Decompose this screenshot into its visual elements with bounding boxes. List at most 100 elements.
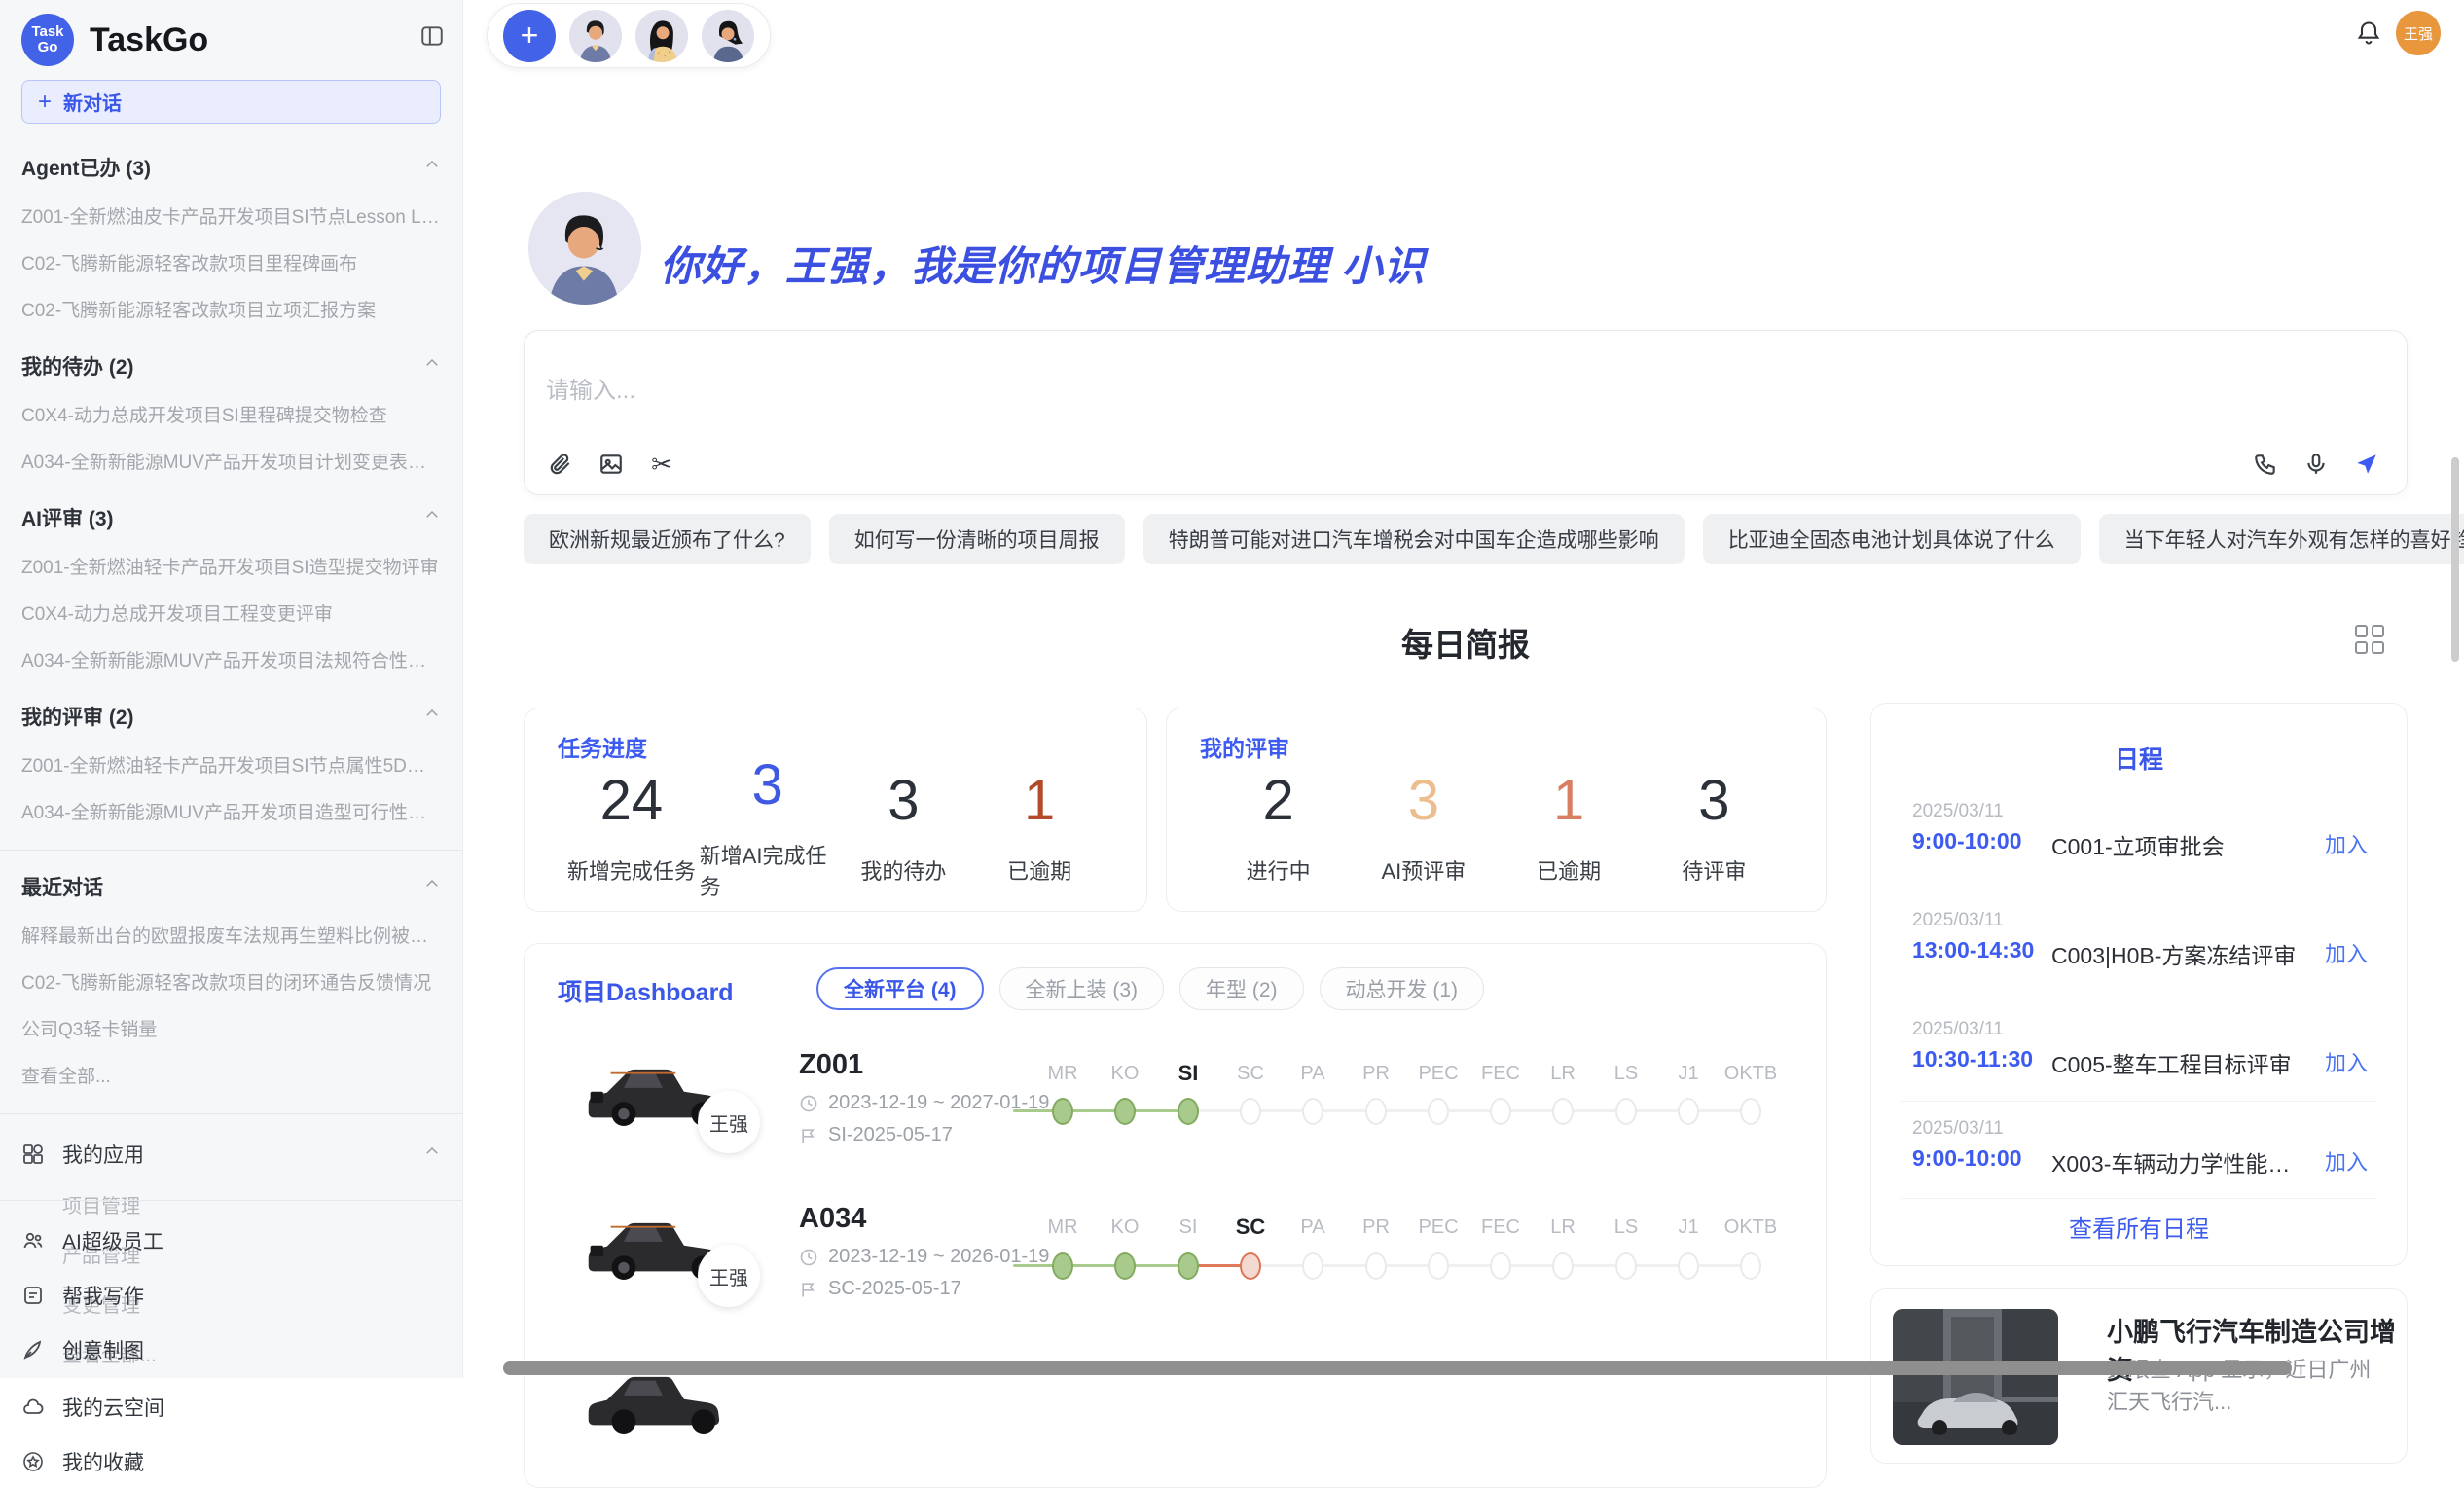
milestone-label: SC — [1236, 1215, 1266, 1240]
sidebar-item-creative-drawing[interactable]: 创意制图 — [21, 1335, 441, 1364]
scissors-icon[interactable]: ✂ — [647, 450, 676, 479]
paperclip-icon[interactable] — [546, 450, 575, 479]
section-agent-done[interactable]: Agent已办 (3) — [21, 153, 441, 182]
list-item[interactable]: Z001-全新燃油轻卡产品开发项目SI节点属性5D文件评审 — [21, 751, 441, 778]
milestone-dot[interactable] — [1365, 1252, 1387, 1280]
chevron-up-icon[interactable] — [423, 875, 441, 898]
section-recent-chats[interactable]: 最近对话 — [21, 872, 441, 901]
vertical-scrollbar[interactable] — [2451, 457, 2459, 662]
stat-value: 1 — [1553, 773, 1584, 829]
chevron-up-icon[interactable] — [423, 506, 441, 529]
list-item[interactable]: C02-飞腾新能源轻客改款项目立项汇报方案 — [21, 296, 441, 322]
event-title[interactable]: C003|H0B-方案冻结评审 — [2051, 937, 2296, 970]
milestone-dot[interactable] — [1052, 1252, 1073, 1280]
chevron-up-icon[interactable] — [423, 1143, 441, 1166]
milestone-dot[interactable] — [1302, 1252, 1323, 1280]
send-icon[interactable] — [2352, 450, 2381, 479]
horizontal-scrollbar[interactable] — [503, 1361, 2292, 1375]
milestone-dot[interactable] — [1740, 1098, 1761, 1125]
project-code[interactable]: Z001 — [799, 1049, 863, 1081]
tab-new-body[interactable]: 全新上装 (3) — [999, 967, 1165, 1010]
milestone-dot[interactable] — [1114, 1252, 1136, 1280]
project-code[interactable]: A034 — [799, 1203, 866, 1235]
chat-input[interactable] — [546, 378, 1714, 405]
list-item[interactable]: C0X4-动力总成开发项目SI里程碑提交物检查 — [21, 401, 441, 427]
suggestion-chip[interactable]: 当下年轻人对汽车外观有怎样的喜好趋势 — [2099, 514, 2464, 564]
microphone-icon[interactable] — [2301, 450, 2331, 479]
image-icon[interactable] — [597, 450, 626, 479]
suggestion-chip[interactable]: 特朗普可能对进口汽车增税会对中国车企造成哪些影响 — [1143, 514, 1685, 564]
news-card[interactable]: 小鹏飞行汽车制造公司增资 天眼查 App 显示，近日广州汇天飞行汽... — [1870, 1288, 2408, 1464]
list-item[interactable]: A034-全新新能源MUV产品开发项目法规符合性评审 — [21, 646, 441, 672]
list-item[interactable]: C0X4-动力总成开发项目工程变更评审 — [21, 599, 441, 626]
milestone-dot[interactable] — [1428, 1252, 1449, 1280]
phone-icon[interactable] — [2251, 450, 2280, 479]
notification-bell-icon[interactable] — [2355, 19, 2382, 49]
milestone-dot[interactable] — [1552, 1252, 1574, 1280]
chevron-up-icon[interactable] — [423, 156, 441, 179]
milestone-label: KO — [1111, 1216, 1140, 1239]
layout-grid-icon[interactable] — [2355, 625, 2384, 654]
milestone-dot[interactable] — [1302, 1098, 1323, 1125]
sidebar-item-help-writing[interactable]: 帮我写作 — [21, 1281, 441, 1310]
list-item[interactable]: A034-全新新能源MUV产品开发项目造型可行性评审 — [21, 798, 441, 824]
chevron-up-icon[interactable] — [423, 705, 441, 728]
milestone-dot[interactable] — [1552, 1098, 1574, 1125]
section-ai-review[interactable]: AI评审 (3) — [21, 503, 441, 532]
sidebar-item-cloud-space[interactable]: 我的云空间 — [21, 1393, 441, 1422]
view-all-schedule-link[interactable]: 查看所有日程 — [1871, 1210, 2407, 1244]
event-title[interactable]: C001-立项审批会 — [2051, 828, 2225, 861]
milestone-dot[interactable] — [1365, 1098, 1387, 1125]
milestone-dot[interactable] — [1678, 1252, 1699, 1280]
milestone-dot[interactable] — [1615, 1252, 1637, 1280]
join-link[interactable]: 加入 — [2325, 937, 2368, 968]
pen-icon — [21, 1338, 45, 1361]
chevron-up-icon[interactable] — [423, 354, 441, 378]
milestone-dot[interactable] — [1740, 1252, 1761, 1280]
milestone-dot[interactable] — [1428, 1098, 1449, 1125]
agent-avatar-1[interactable] — [569, 10, 622, 62]
milestone-dot[interactable] — [1240, 1098, 1261, 1125]
sidebar-item-my-apps[interactable]: 我的应用 — [21, 1140, 441, 1169]
list-item[interactable]: Z001-全新燃油轻卡产品开发项目SI造型提交物评审 — [21, 553, 441, 579]
sidebar-item-ai-super-staff[interactable]: AI超级员工 — [21, 1226, 441, 1255]
agent-avatar-2[interactable] — [635, 10, 688, 62]
sidebar-collapse-icon[interactable] — [419, 23, 445, 54]
milestone-dot[interactable] — [1615, 1098, 1637, 1125]
agent-avatar-3[interactable] — [702, 10, 754, 62]
milestone-dot[interactable] — [1240, 1252, 1261, 1280]
section-my-review[interactable]: 我的评审 (2) — [21, 702, 441, 731]
suggestion-chip[interactable]: 如何写一份清晰的项目周报 — [829, 514, 1125, 564]
join-link[interactable]: 加入 — [2325, 1046, 2368, 1077]
join-link[interactable]: 加入 — [2325, 828, 2368, 859]
list-item[interactable]: Z001-全新燃油皮卡产品开发项目SI节点Lesson Learn报告 — [21, 202, 441, 229]
milestone-dot[interactable] — [1490, 1098, 1511, 1125]
section-my-todo[interactable]: 我的待办 (2) — [21, 351, 441, 381]
sidebar-item-favorites[interactable]: 我的收藏 — [21, 1447, 441, 1476]
list-item[interactable]: 解释最新出台的欧盟报废车法规再生塑料比例被调至15%... — [21, 922, 441, 948]
list-item[interactable]: A034-全新新能源MUV产品开发项目计划变更表编写 — [21, 448, 441, 474]
milestone-dot[interactable] — [1678, 1098, 1699, 1125]
milestone-dot[interactable] — [1178, 1252, 1199, 1280]
event-date: 2025/03/11 — [1912, 801, 2004, 822]
tab-new-platform[interactable]: 全新平台 (4) — [816, 967, 984, 1010]
milestone-dot[interactable] — [1490, 1252, 1511, 1280]
list-item[interactable]: 公司Q3轻卡销量 — [21, 1015, 441, 1041]
event-title[interactable]: C005-整车工程目标评审 — [2051, 1046, 2292, 1079]
list-item[interactable]: C02-飞腾新能源轻客改款项目里程碑画布 — [21, 249, 441, 275]
new-chat-button[interactable]: + 新对话 — [21, 80, 441, 124]
tab-powertrain[interactable]: 动总开发 (1) — [1320, 967, 1485, 1010]
add-agent-button[interactable]: + — [503, 10, 556, 62]
milestone-dot[interactable] — [1178, 1098, 1199, 1125]
suggestion-chip[interactable]: 欧洲新规最近颁布了什么? — [524, 514, 811, 564]
user-avatar[interactable]: 王强 — [2396, 11, 2441, 55]
event-title[interactable]: X003-车辆动力学性能验... — [2051, 1145, 2304, 1179]
list-item[interactable]: C02-飞腾新能源轻客改款项目的闭环通告反馈情况 — [21, 968, 441, 995]
milestone-dot[interactable] — [1052, 1098, 1073, 1125]
star-circle-icon — [21, 1450, 45, 1473]
list-item[interactable]: 查看全部... — [21, 1062, 441, 1088]
milestone-dot[interactable] — [1114, 1098, 1136, 1125]
tab-year-model[interactable]: 年型 (2) — [1179, 967, 1304, 1010]
suggestion-chip[interactable]: 比亚迪全固态电池计划具体说了什么 — [1703, 514, 2081, 564]
join-link[interactable]: 加入 — [2325, 1145, 2368, 1177]
